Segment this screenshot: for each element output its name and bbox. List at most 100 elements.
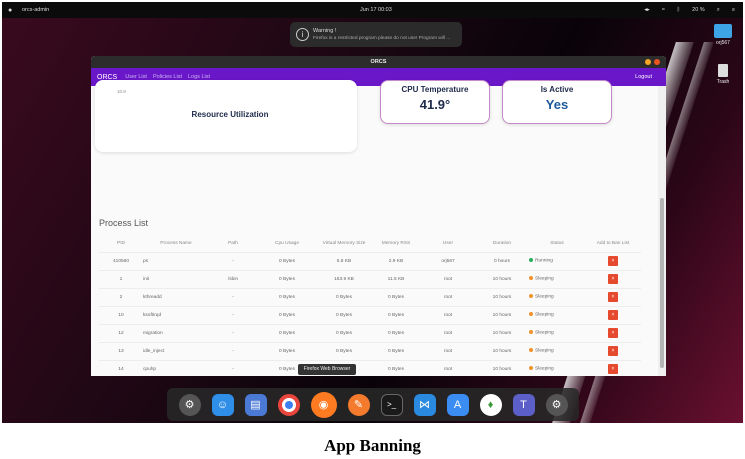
ban-button[interactable]: × xyxy=(608,364,618,374)
table-cell: ps xyxy=(143,251,209,270)
apple-icon[interactable]: ● xyxy=(8,7,12,14)
status-dot-icon xyxy=(529,276,533,281)
col-header: Add to Ban List xyxy=(596,241,630,247)
appstore-icon[interactable]: A xyxy=(446,393,469,416)
table-cell: 10 hours xyxy=(475,287,529,306)
system-settings-icon[interactable]: ⚙ xyxy=(545,393,568,416)
scrollbar-thumb[interactable] xyxy=(660,198,664,368)
table-cell: 0 Bytes xyxy=(257,287,317,306)
table-cell: 0 Bytes xyxy=(317,305,371,324)
clock[interactable]: Jun 17 00:03 xyxy=(360,7,392,13)
table-cell: 0 Bytes xyxy=(371,287,421,306)
table-cell: orj567 xyxy=(421,251,475,270)
col-header: Memory RSS xyxy=(381,241,411,247)
notification[interactable]: i Warning ! Firefox is a restricted prog… xyxy=(290,22,462,47)
search-icon[interactable]: ⌕ xyxy=(717,7,720,14)
vscode-icon[interactable]: ⋈ xyxy=(413,393,436,416)
finder-icon[interactable]: ☺ xyxy=(211,393,234,416)
status-text: Sleeping xyxy=(535,294,554,300)
settings-icon[interactable]: ⚙ xyxy=(178,393,201,416)
table-cell: 11.5 KB xyxy=(371,269,421,288)
table-cell: - xyxy=(209,251,257,270)
table-cell: 0 Bytes xyxy=(317,323,371,342)
table-cell: migration xyxy=(143,323,209,342)
status-cell: Sleeping xyxy=(529,287,585,306)
status-dot-icon xyxy=(529,366,533,371)
logout-button[interactable]: Logout xyxy=(635,74,652,80)
ban-cell: × xyxy=(585,269,641,288)
status-dot-icon xyxy=(529,348,533,353)
battery-label[interactable]: 20 % xyxy=(692,7,705,13)
table-cell: 10 hours xyxy=(475,341,529,360)
status-cell: Sleeping xyxy=(529,359,585,376)
table-cell: root xyxy=(421,323,475,342)
table-cell: 0 Bytes xyxy=(257,341,317,360)
app-window: ORCS ORCS User List Policies List Logs L… xyxy=(91,56,666,376)
table-row: 13 idle_inject -0 Bytes 0 Bytes 0 Bytes root 1… xyxy=(99,341,641,360)
table-cell: - xyxy=(209,341,257,360)
chrome-icon[interactable] xyxy=(277,393,300,416)
table-cell: root xyxy=(421,269,475,288)
dock-tooltip: Firefox Web Browser xyxy=(298,364,356,375)
table-cell: idle_inject xyxy=(143,341,209,360)
trash-label: Trash xyxy=(716,79,730,85)
ban-button[interactable]: × xyxy=(608,346,618,356)
status-text: Sleeping xyxy=(535,348,554,354)
status-text: Sleeping xyxy=(535,312,554,318)
col-header: Duration xyxy=(492,241,512,247)
col-header: Cpu Usage xyxy=(275,241,299,247)
desktop-screenshot: ● orcs-admin Jun 17 00:03 ◂▸ ≈ ᛒ 20 % ⌕ … xyxy=(2,2,743,423)
ban-button[interactable]: × xyxy=(608,328,618,338)
status-dot-icon xyxy=(529,312,533,317)
status-cell: Sleeping xyxy=(529,305,585,324)
teams-icon[interactable]: T xyxy=(512,393,535,416)
minimize-button[interactable] xyxy=(645,59,651,65)
files-icon[interactable]: ▤ xyxy=(244,393,267,416)
process-table-body: 410560 ps -0 Bytes 5.8 KB 2.9 KB orj567 0 hour… xyxy=(99,251,641,376)
active-app-label[interactable]: orcs-admin xyxy=(22,7,49,13)
bluetooth-icon[interactable]: ᛒ xyxy=(677,7,680,13)
folder-icon xyxy=(714,24,732,38)
table-cell: 0 hours xyxy=(475,251,529,270)
status-dot-icon xyxy=(529,330,533,335)
ban-button[interactable]: × xyxy=(608,274,618,284)
is-active-card: Is Active Yes xyxy=(502,80,612,124)
table-cell: init xyxy=(143,269,209,288)
table-cell: - xyxy=(209,287,257,306)
ban-button[interactable]: × xyxy=(608,310,618,320)
window-titlebar[interactable]: ORCS xyxy=(91,56,666,68)
status-text: Sleeping xyxy=(535,330,554,336)
page-content: 10.9 Resource Utilization CPU Temperatur… xyxy=(91,80,659,376)
resource-small-text: 10.9 xyxy=(117,89,126,94)
close-button[interactable] xyxy=(654,59,660,65)
col-header: Virtual Memory Size xyxy=(322,241,366,247)
table-row: 410560 ps -0 Bytes 5.8 KB 2.9 KB orj567 0 hour… xyxy=(99,251,641,270)
ban-button[interactable]: × xyxy=(608,256,618,266)
network-icon[interactable]: ◂▸ xyxy=(644,7,650,13)
table-cell: 10 hours xyxy=(475,323,529,342)
window-title: ORCS xyxy=(370,59,387,65)
ban-cell: × xyxy=(585,359,641,376)
postman-icon[interactable]: ✎ xyxy=(347,393,370,416)
ban-cell: × xyxy=(585,287,641,306)
home-folder-label: orj567 xyxy=(716,40,730,46)
status-text: Sleeping xyxy=(535,366,554,372)
table-cell: 10 hours xyxy=(475,359,529,376)
terminal-icon[interactable]: >_ xyxy=(380,393,403,416)
table-header-row: PID Process Name Path Cpu Usage Virtual … xyxy=(99,236,641,252)
resource-utilization-card: 10.9 Resource Utilization xyxy=(95,80,357,152)
scrollbar[interactable] xyxy=(658,86,666,376)
trash[interactable]: Trash xyxy=(708,64,738,85)
menu-icon[interactable]: ≡ xyxy=(732,7,735,13)
mongodb-icon[interactable]: ♦ xyxy=(479,393,502,416)
status-text: Sleeping xyxy=(535,276,554,282)
home-folder[interactable]: orj567 xyxy=(708,24,738,46)
dock: ⚙ ☺ ▤ ◉ ✎ >_ ⋈ A ♦ T ⚙ xyxy=(167,388,579,421)
firefox-icon[interactable]: ◉ xyxy=(310,391,337,418)
wifi-icon[interactable]: ≈ xyxy=(662,7,665,13)
table-row: 1 init/sbin 0 Bytes 163.9 KB 11.5 KB root 10 h… xyxy=(99,269,641,288)
table-cell: 163.9 KB xyxy=(317,269,371,288)
table-cell: 0 Bytes xyxy=(317,287,371,306)
top-bar: ● orcs-admin Jun 17 00:03 ◂▸ ≈ ᛒ 20 % ⌕ … xyxy=(2,2,743,18)
ban-button[interactable]: × xyxy=(608,292,618,302)
